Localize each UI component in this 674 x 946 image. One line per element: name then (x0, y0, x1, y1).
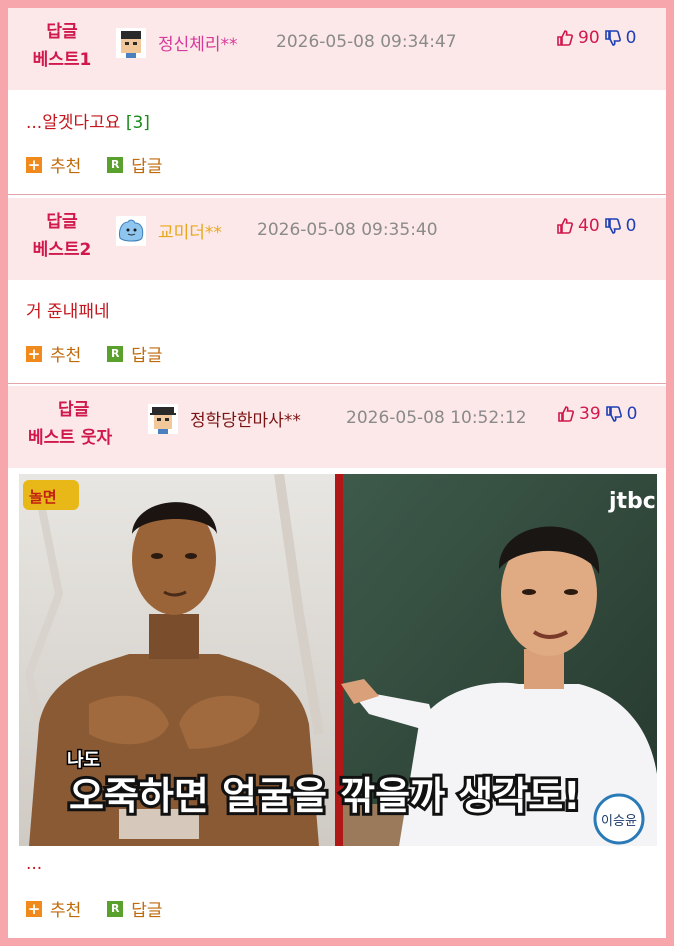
nickname[interactable]: 정학당한마사** (190, 406, 301, 431)
comment-date: 2026-05-08 09:34:47 (276, 32, 457, 52)
recommend-label: 추천 (50, 901, 82, 921)
badge-rank: 베스트2 (32, 240, 92, 260)
thumbs-up-icon[interactable] (557, 405, 575, 423)
caption-main: 오죽하면 얼굴을 깎을까 생각도! (69, 774, 581, 818)
caption-small: 나도 (67, 750, 100, 771)
badge-label: 답글 (46, 22, 78, 42)
reply-count[interactable]: [3] (126, 113, 150, 133)
reply-label: 답글 (131, 346, 163, 366)
upvote-count: 90 (578, 28, 600, 48)
svg-text:놀면: 놀면 (29, 488, 57, 506)
comment-actions: + 추천 R 답글 (26, 152, 189, 177)
recommend-button[interactable]: + 추천 (26, 896, 81, 921)
comment-actions: + 추천 R 답글 (26, 896, 189, 921)
thumbs-down-icon[interactable] (604, 217, 622, 235)
avatar-icon[interactable] (116, 28, 146, 58)
best-badge: 답글 베스트2 (12, 208, 112, 264)
downvote-count: 0 (626, 404, 638, 424)
plus-icon: + (26, 344, 42, 363)
recommend-label: 추천 (50, 346, 82, 366)
reply-label: 답글 (131, 901, 163, 921)
avatar-icon[interactable] (116, 216, 146, 246)
comment-date: 2026-05-08 10:52:12 (346, 408, 527, 428)
thumbs-up-icon[interactable] (556, 217, 574, 235)
reply-button[interactable]: R 답글 (107, 152, 163, 177)
reply-icon: R (107, 156, 124, 173)
badge-rank: 베스트 웃자 (28, 428, 113, 448)
divider (8, 383, 666, 384)
badge-label: 답글 (46, 212, 78, 232)
downvote-count: 0 (625, 28, 637, 48)
avatar-icon[interactable] (148, 404, 178, 434)
attached-image[interactable]: 놀면 jtbc 이승윤 나도 오죽하면 얼굴을 깎을까 생각도! (19, 474, 657, 846)
comment-text: ... (26, 854, 42, 874)
thumbs-down-icon[interactable] (604, 29, 622, 47)
reply-button[interactable]: R 답글 (107, 896, 163, 921)
nickname[interactable]: 정신체리** (158, 30, 238, 55)
comment-date: 2026-05-08 09:35:40 (257, 220, 438, 240)
thumbs-down-icon[interactable] (605, 405, 623, 423)
comment-text: 거 쥰내패네 (26, 297, 110, 322)
recommend-button[interactable]: + 추천 (26, 341, 81, 366)
downvote-count: 0 (625, 216, 637, 236)
plus-icon: + (26, 155, 42, 174)
upvote-count: 40 (578, 216, 600, 236)
comment-list: 답글 베스트1 정신체리** 2026-05-08 09:34:47 90 0 … (8, 8, 666, 938)
upvote-count: 39 (579, 404, 601, 424)
comment-body: ... (26, 854, 43, 874)
comment-body: 거 쥰내패네 (26, 302, 110, 322)
reply-icon: R (107, 345, 124, 362)
best-badge: 답글 베스트 웃자 (28, 396, 112, 452)
name-badge-text: 이승윤 (601, 814, 637, 829)
vote-box: 40 0 (556, 216, 636, 236)
comment-text: ...알겟다고요 [3] (26, 108, 150, 133)
reply-label: 답글 (131, 157, 163, 177)
badge-rank: 베스트1 (32, 50, 92, 70)
vote-box: 90 0 (556, 28, 636, 48)
comment-body: ...알겟다고요 (26, 113, 121, 133)
plus-icon: + (26, 899, 42, 918)
logo-text: jtbc (608, 489, 656, 514)
comment-actions: + 추천 R 답글 (26, 341, 189, 366)
reply-button[interactable]: R 답글 (107, 341, 163, 366)
nickname[interactable]: 교미더** (158, 218, 222, 243)
reply-icon: R (107, 900, 124, 917)
vote-box: 39 0 (557, 404, 637, 424)
tv-screenshot-image: 놀면 jtbc 이승윤 나도 오죽하면 얼굴을 깎을까 생각도! (19, 474, 657, 846)
badge-label: 답글 (58, 400, 90, 420)
best-badge: 답글 베스트1 (12, 18, 112, 74)
recommend-label: 추천 (50, 157, 82, 177)
thumbs-up-icon[interactable] (556, 29, 574, 47)
divider (8, 194, 666, 195)
recommend-button[interactable]: + 추천 (26, 152, 81, 177)
